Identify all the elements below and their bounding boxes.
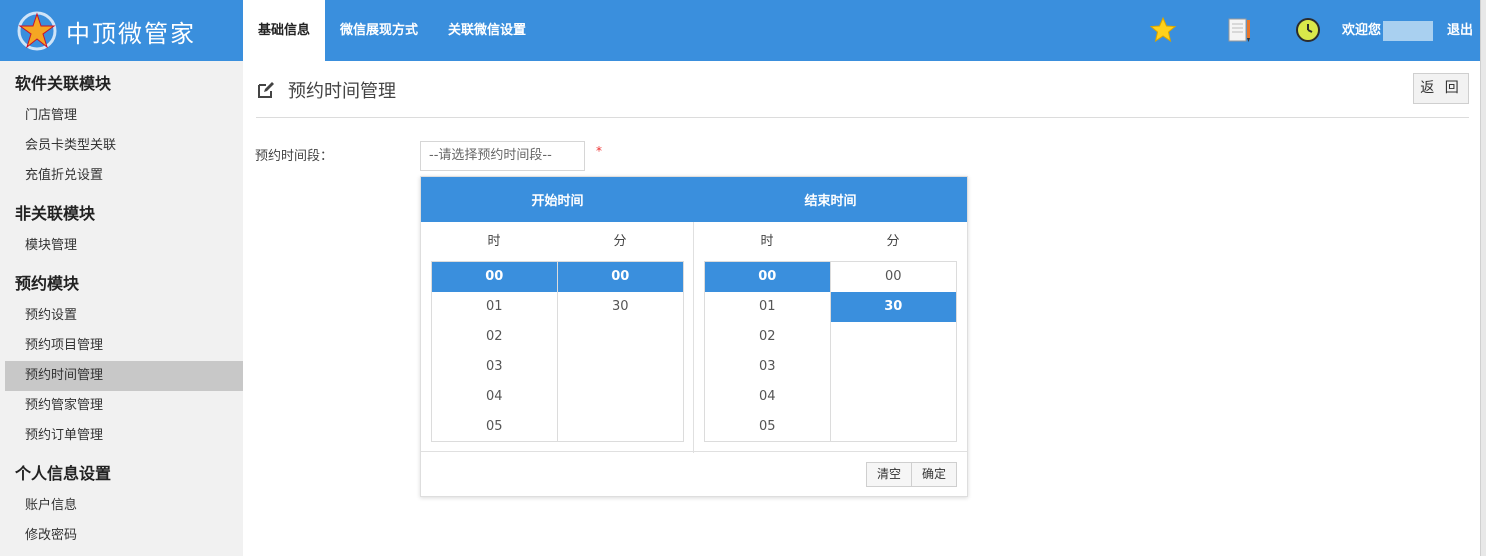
end-time-title: 结束时间	[804, 194, 857, 209]
star-logo-icon	[17, 11, 57, 51]
end-hour-option[interactable]: 03	[705, 352, 830, 382]
time-range-input[interactable]: --请选择预约时间段--	[420, 141, 585, 171]
app-logo[interactable]: 中顶微管家	[16, 10, 196, 52]
end-column-titles: 时 分	[704, 222, 956, 262]
end-hour-option[interactable]: 00	[705, 262, 830, 292]
sidebar-item-member-card-link[interactable]: 会员卡类型关联	[0, 131, 243, 161]
start-minute-option[interactable]: 00	[557, 262, 683, 292]
start-lists: 00 01 02 03 04 05 00 30	[431, 261, 684, 442]
sidebar-item-booking-steward[interactable]: 预约管家管理	[0, 391, 243, 421]
app-title: 中顶微管家	[66, 19, 196, 48]
notepad-icon[interactable]	[1225, 16, 1253, 44]
sidebar-item-booking-time[interactable]: 预约时间管理	[5, 361, 243, 391]
confirm-button[interactable]: 确定	[911, 462, 957, 487]
tab-wechat-link-settings[interactable]: 关联微信设置	[433, 0, 541, 61]
picker-header: 开始时间 结束时间	[421, 177, 967, 222]
star-icon[interactable]	[1149, 16, 1177, 44]
edit-icon	[258, 82, 274, 98]
sidebar-item-booking-orders[interactable]: 预约订单管理	[0, 421, 243, 451]
end-hour-option[interactable]: 04	[705, 382, 830, 412]
top-header: 中顶微管家 基础信息 微信展现方式 关联微信设置 欢迎您 退出	[0, 0, 1480, 61]
user-info: 欢迎您 退出	[1342, 0, 1473, 61]
welcome-text: 欢迎您	[1342, 23, 1382, 38]
page-title: 预约时间管理	[256, 77, 396, 103]
end-hour-option[interactable]: 01	[705, 292, 830, 322]
sidebar: 软件关联模块 门店管理 会员卡类型关联 充值折兑设置 非关联模块 模块管理 预约…	[0, 61, 243, 556]
start-hour-label: 时	[487, 234, 501, 249]
end-minute-list[interactable]: 00 30	[830, 262, 957, 441]
sidebar-item-store-management[interactable]: 门店管理	[0, 101, 243, 131]
sidebar-item-recharge-discount[interactable]: 充值折兑设置	[0, 161, 243, 191]
start-time-panel: 时 分 00 01 02 03 04 05 00 30	[421, 222, 694, 453]
sidebar-item-change-password[interactable]: 修改密码	[0, 521, 243, 551]
end-time-panel: 时 分 00 01 02 03 04 05 00 30	[694, 222, 967, 453]
tab-basic-info[interactable]: 基础信息	[243, 0, 326, 61]
end-hour-option[interactable]: 05	[705, 412, 830, 441]
sidebar-group-non-link: 非关联模块	[15, 204, 96, 223]
end-minute-option[interactable]: 00	[831, 262, 957, 292]
start-hour-option[interactable]: 01	[432, 292, 557, 322]
end-minute-label: 分	[886, 234, 900, 249]
start-minute-option[interactable]: 30	[558, 292, 684, 322]
picker-body: 时 分 00 01 02 03 04 05 00 30 时 分 00 01 02…	[421, 222, 967, 453]
required-mark: *	[596, 144, 602, 158]
end-minute-option[interactable]: 30	[830, 292, 956, 322]
start-minute-list[interactable]: 00 30	[557, 262, 684, 441]
logout-link[interactable]: 退出	[1447, 0, 1473, 61]
window-scrollbar[interactable]	[1480, 0, 1486, 556]
main-content: 预约时间管理 返 回 预约时间段： --请选择预约时间段-- * 开始时间 结束…	[243, 61, 1480, 556]
username-mask	[1383, 20, 1434, 41]
sidebar-item-booking-settings[interactable]: 预约设置	[0, 301, 243, 331]
start-hour-option[interactable]: 02	[432, 322, 557, 352]
end-hour-option[interactable]: 02	[705, 322, 830, 352]
clock-history-icon[interactable]	[1294, 16, 1322, 44]
sidebar-group-software-link: 软件关联模块	[15, 74, 112, 93]
end-hour-label: 时	[760, 234, 774, 249]
sidebar-item-account-info[interactable]: 账户信息	[0, 491, 243, 521]
picker-footer: 清空 确定	[421, 451, 967, 496]
start-minute-label: 分	[613, 234, 627, 249]
page-header: 预约时间管理 返 回	[256, 73, 1469, 118]
start-hour-option[interactable]: 00	[432, 262, 557, 292]
sidebar-item-module-management[interactable]: 模块管理	[0, 231, 243, 261]
page-title-text: 预约时间管理	[288, 81, 396, 102]
start-hour-option[interactable]: 03	[432, 352, 557, 382]
start-hour-list[interactable]: 00 01 02 03 04 05	[432, 262, 558, 441]
time-range-label: 预约时间段：	[255, 149, 334, 164]
start-hour-option[interactable]: 04	[432, 382, 557, 412]
top-nav: 基础信息 微信展现方式 关联微信设置	[243, 0, 541, 61]
back-button[interactable]: 返 回	[1413, 73, 1469, 104]
end-lists: 00 01 02 03 04 05 00 30	[704, 261, 957, 442]
sidebar-group-booking: 预约模块	[15, 274, 80, 293]
start-hour-option[interactable]: 05	[432, 412, 557, 441]
sidebar-item-booking-projects[interactable]: 预约项目管理	[0, 331, 243, 361]
end-hour-list[interactable]: 00 01 02 03 04 05	[705, 262, 831, 441]
start-time-title: 开始时间	[531, 194, 584, 209]
start-column-titles: 时 分	[431, 222, 683, 262]
sidebar-group-personal: 个人信息设置	[15, 464, 112, 483]
tab-wechat-display[interactable]: 微信展现方式	[325, 0, 433, 61]
clear-button[interactable]: 清空	[866, 462, 912, 487]
time-picker: 开始时间 结束时间 时 分 00 01 02 03 04 05 00 30 时 …	[420, 176, 968, 497]
